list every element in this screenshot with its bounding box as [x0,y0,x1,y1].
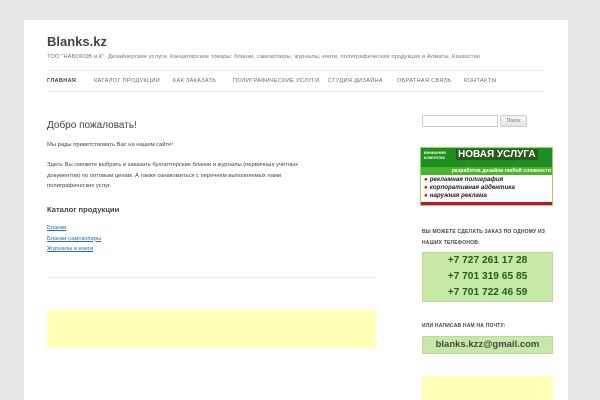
banner-footer-strip [421,202,552,205]
banner-subline: разработка дизайна любой сложности [421,167,552,175]
content-divider [47,277,376,278]
banner-note: ВНИМАНИЮ КЛИЕНТОВ! [424,151,447,160]
email-address[interactable]: blanks.kzz@gmail.com [422,336,553,354]
bullet-icon: ● [424,184,428,191]
bullet-icon: ● [424,192,428,199]
page-title: Добро пожаловать! [47,120,137,131]
order-phone-title-line-1: Вы можете сделать заказ по одному из [422,229,546,235]
nav-item-design-studio[interactable]: Студия дизайна [328,78,383,84]
sidebar-ad-placeholder [422,376,553,400]
ad-placeholder [47,310,376,348]
banner-service-item: ● наружная реклама [424,192,487,199]
order-phone-title-line-2: наших телефонов: [422,240,480,246]
phone-number[interactable]: +7 727 261 17 28 [423,255,552,266]
site-description: ТОО "НАБОКОВ и К". Дизайнерские услуги. … [47,54,481,60]
search-button[interactable]: Поиск [500,115,527,127]
new-service-banner[interactable]: ВНИМАНИЮ КЛИЕНТОВ! НОВАЯ УСЛУГА разработ… [420,147,553,206]
search-input[interactable] [422,115,498,127]
banner-service-label: рекламная полиграфия [429,176,504,183]
banner-service-item: ● корпоративная айдентика [424,184,515,191]
banner-service-item: ● рекламная полиграфия [424,176,503,183]
catalog-link-self-copy[interactable]: Бланки-самокопиры [47,236,101,242]
nav-item-printing-services[interactable]: Полиграфические услуги [233,78,320,84]
bullet-icon: ● [424,176,428,183]
catalog-heading: Каталог продукции [47,205,120,214]
email-title: Или написав нам на почту: [422,323,506,329]
nav-item-catalog[interactable]: Каталог продукции [94,78,160,84]
phone-list: +7 727 261 17 28 +7 701 319 65 85 +7 701… [422,252,553,302]
site-title[interactable]: Blanks.kz [47,34,107,49]
main-navigation: Главная Каталог продукции Как заказать П… [47,70,545,92]
intro-line-3: полиграфических услуг. [47,183,111,189]
greeting-text: Мы рады приветствовать Вас на нашем сайт… [47,142,173,148]
nav-item-home[interactable]: Главная [47,78,76,84]
catalog-link-journals[interactable]: Журналы и книги [47,246,93,252]
phone-number[interactable]: +7 701 319 65 85 [423,271,552,282]
banner-header: ВНИМАНИЮ КЛИЕНТОВ! НОВАЯ УСЛУГА [421,148,552,167]
banner-service-label: корпоративная айдентика [429,184,515,191]
intro-line-2: документов) по оптовым ценам. А также оз… [47,172,282,179]
nav-item-how-to-order[interactable]: Как заказать [173,78,216,84]
banner-service-label: наружная реклама [429,192,487,199]
phone-number[interactable]: +7 701 722 46 59 [423,287,552,298]
page-container: Blanks.kz ТОО "НАБОКОВ и К". Дизайнерски… [24,20,568,400]
banner-headline: НОВАЯ УСЛУГА [456,149,538,160]
catalog-link-blanks[interactable]: Бланки [47,225,66,231]
nav-item-contacts[interactable]: Контакты [464,78,497,84]
intro-line-1: Здесь Вы сможете выбрать и заказать бухг… [47,162,299,168]
nav-item-feedback[interactable]: Обратная связь [397,78,451,84]
